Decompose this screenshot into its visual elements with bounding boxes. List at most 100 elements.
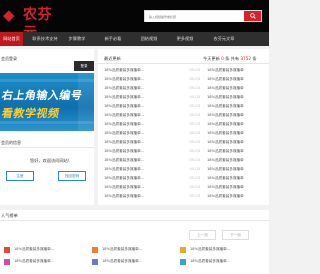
list-item-title[interactable]: 18%品质套装多媒播单...	[104, 194, 144, 199]
nav-item-videos[interactable]: 团结视频	[136, 32, 162, 46]
popular-item[interactable]: 18%品质套装多媒播单...	[4, 246, 86, 255]
list-item-title[interactable]: 18%品质套装多媒播单	[207, 158, 244, 163]
nav-item-more-videos[interactable]: 更多视频	[172, 32, 198, 46]
popular-item[interactable]: 18%品质套装多媒播单...	[92, 258, 174, 267]
list-item-title[interactable]: 18%品质套装多媒播单	[207, 185, 244, 190]
nav-item-articles[interactable]: 农芬元文章	[209, 32, 239, 46]
list-item[interactable]: 18%品质套装多媒播单	[207, 194, 267, 203]
list-item-title[interactable]: 18%品质套装多媒播单	[207, 104, 244, 109]
list-item[interactable]: 18%品质套装多媒播单... 05-03	[104, 131, 200, 140]
find-password-button[interactable]: 找回密码	[58, 171, 86, 181]
banner-line-1: 右上角输入编号	[0, 89, 84, 102]
welcome-text: 您好，欢迎访问网站！	[30, 158, 72, 163]
list-item[interactable]: 18%品质套装多媒播单	[207, 113, 267, 122]
list-item[interactable]: 18%品质套装多媒播单... 05-03	[104, 140, 200, 149]
list-item-title[interactable]: 18%品质套装多媒播单	[207, 77, 244, 82]
prev-page-button[interactable]: 上一页	[189, 230, 216, 240]
divider	[0, 220, 269, 221]
list-item-title[interactable]: 18%品质套装多媒播单	[207, 113, 244, 118]
list-item[interactable]: 18%品质套装多媒播单... 05-03	[104, 194, 200, 203]
list-item[interactable]: 18%品质套装多媒播单	[207, 176, 267, 185]
list-item[interactable]: 18%品质套装多媒播单	[207, 185, 267, 194]
list-item-title[interactable]: 18%品质套装多媒播单...	[104, 140, 144, 145]
list-item-date: 05-03	[189, 113, 200, 117]
list-item[interactable]: 18%品质套装多媒播单	[207, 122, 267, 131]
list-item[interactable]: 18%品质套装多媒播单... 05-03	[104, 149, 200, 158]
stat-suffix: 条	[252, 56, 257, 61]
login-button[interactable]: 登录	[74, 61, 94, 71]
list-item-date: 05-03	[189, 149, 200, 153]
list-item[interactable]: 18%品质套装多媒播单	[207, 158, 267, 167]
list-item[interactable]: 18%品质套装多媒播单... 05-03	[104, 77, 200, 86]
nav-item-home[interactable]: 网站首页	[0, 32, 23, 46]
list-item-title[interactable]: 18%品质套装多媒播单...	[104, 185, 144, 190]
popular-item-title[interactable]: 18%品质套装多媒播单...	[190, 259, 230, 264]
list-item-title[interactable]: 18%品质套装多媒播单	[207, 176, 244, 181]
site-logo[interactable]: ◆ 农芬元	[3, 5, 58, 41]
list-item[interactable]: 18%品质套装多媒播单... 05-03	[104, 104, 200, 113]
list-item-title[interactable]: 18%品质套装多媒播单	[207, 131, 244, 136]
list-item-title[interactable]: 18%品质套装多媒播单	[207, 86, 244, 91]
list-item-title[interactable]: 18%品质套装多媒播单	[207, 194, 244, 199]
nav-item-support[interactable]: 联系技术支持	[29, 32, 61, 46]
list-item[interactable]: 18%品质套装多媒播单	[207, 77, 267, 86]
popular-item-title[interactable]: 18%品质套装多媒播单...	[102, 247, 142, 252]
search-input[interactable]	[146, 12, 244, 22]
list-item[interactable]: 18%品质套装多媒播单... 05-03	[104, 176, 200, 185]
list-item-title[interactable]: 18%品质套装多媒播单	[207, 140, 244, 145]
stat-prefix: 今天更新	[203, 56, 220, 61]
update-stats: 今天更新 0 条 共有 3752 条 18%品质套装多媒播单 18%品质套装多媒播…	[203, 49, 269, 205]
list-item-title[interactable]: 18%品质套装多媒播单...	[104, 113, 144, 118]
next-page-button[interactable]: 下一页	[222, 230, 249, 240]
list-item[interactable]: 18%品质套装多媒播单... 05-03	[104, 167, 200, 176]
list-item-title[interactable]: 18%品质套装多媒播单...	[104, 68, 144, 73]
list-item-title[interactable]: 18%品质套装多媒播单	[207, 167, 244, 172]
popular-item-title[interactable]: 18%品质套装多媒播单...	[190, 247, 230, 252]
promo-banner[interactable]: 右上角输入编号 看教学视频	[0, 73, 94, 131]
list-item-title[interactable]: 18%品质套装多媒播单...	[104, 176, 144, 181]
popular-item[interactable]: 18%品质套装多媒播单...	[180, 246, 262, 255]
list-item-title[interactable]: 18%品质套装多媒播单...	[104, 95, 144, 100]
list-item-title[interactable]: 18%品质套装多媒播单...	[104, 149, 144, 154]
popular-item[interactable]: 18%品质套装多媒播单...	[180, 258, 262, 267]
list-item[interactable]: 18%品质套装多媒播单... 05-03	[104, 86, 200, 95]
list-item[interactable]: 18%品质套装多媒播单... 05-03	[104, 122, 200, 131]
list-item[interactable]: 18%品质套装多媒播单	[207, 140, 267, 149]
list-item[interactable]: 18%品质套装多媒播单... 05-03	[104, 68, 200, 77]
list-item-date: 05-03	[189, 122, 200, 126]
list-item-title[interactable]: 18%品质套装多媒播单...	[104, 158, 144, 163]
list-item[interactable]: 18%品质套装多媒播单	[207, 68, 267, 77]
list-item[interactable]: 18%品质套装多媒播单	[207, 131, 267, 140]
list-item-title[interactable]: 18%品质套装多媒播单...	[104, 167, 144, 172]
list-item-title[interactable]: 18%品质套装多媒播单...	[104, 86, 144, 91]
list-item[interactable]: 18%品质套装多媒播单	[207, 167, 267, 176]
list-item-title[interactable]: 18%品质套装多媒播单...	[104, 77, 144, 82]
list-item-title[interactable]: 18%品质套装多媒播单...	[104, 131, 144, 136]
search-icon	[249, 13, 256, 19]
list-item[interactable]: 18%品质套装多媒播单	[207, 104, 267, 113]
list-item[interactable]: 18%品质套装多媒播单... 05-03	[104, 185, 200, 194]
list-item[interactable]: 18%品质套装多媒播单	[207, 149, 267, 158]
list-item[interactable]: 18%品质套装多媒播单	[207, 95, 267, 104]
list-item-title[interactable]: 18%品质套装多媒播单	[207, 95, 244, 100]
list-item[interactable]: 18%品质套装多媒播单	[207, 86, 267, 95]
popular-item[interactable]: 18%品质套装多媒播单...	[92, 246, 174, 255]
popular-item[interactable]: 18%品质套装多媒播单...	[4, 258, 86, 267]
nav-item-beginner[interactable]: 新手必看	[100, 32, 126, 46]
list-item-title[interactable]: 18%品质套装多媒播单	[207, 122, 244, 127]
list-item-title[interactable]: 18%品质套装多媒播单...	[104, 122, 144, 127]
popular-item-title[interactable]: 18%品质套装多媒播单...	[14, 259, 54, 264]
popular-item-title[interactable]: 18%品质套装多媒播单...	[102, 259, 142, 264]
divider	[98, 63, 203, 64]
nav-item-tutorial[interactable]: 步骤教学	[64, 32, 90, 46]
search-button[interactable]	[244, 11, 261, 21]
popular-item-title[interactable]: 18%品质套装多媒播单...	[14, 247, 54, 252]
list-item[interactable]: 18%品质套装多媒播单... 05-03	[104, 113, 200, 122]
register-button[interactable]: 注册	[6, 171, 34, 181]
list-item-title[interactable]: 18%品质套装多媒播单...	[104, 104, 144, 109]
rank-badge	[4, 259, 10, 265]
list-item[interactable]: 18%品质套装多媒播单... 05-03	[104, 95, 200, 104]
list-item-title[interactable]: 18%品质套装多媒播单	[207, 68, 244, 73]
list-item[interactable]: 18%品质套装多媒播单... 05-03	[104, 158, 200, 167]
list-item-title[interactable]: 18%品质套装多媒播单	[207, 149, 244, 154]
